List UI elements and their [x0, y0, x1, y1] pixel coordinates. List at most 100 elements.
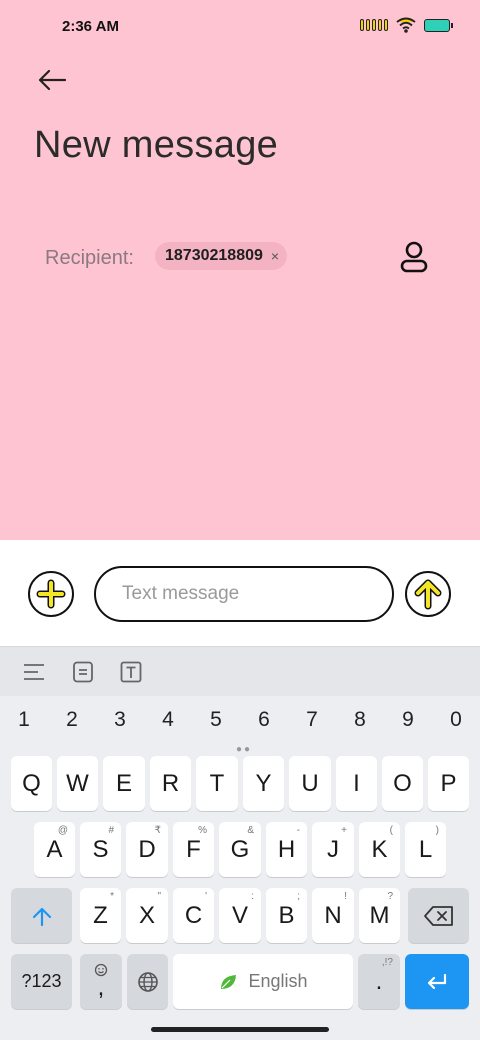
enter-key[interactable] [405, 954, 469, 1009]
enter-icon [427, 973, 447, 989]
clipboard-icon[interactable] [71, 660, 95, 684]
text-format-icon[interactable] [119, 660, 143, 684]
key-alt-label: ) [435, 825, 439, 836]
space-key-label: English [248, 971, 308, 991]
symbols-key[interactable]: ?123 [11, 954, 72, 1009]
key-a[interactable]: A @ [34, 822, 75, 877]
key-alt-label: % [198, 825, 207, 836]
key-label: C [184, 901, 203, 929]
key-7[interactable]: 7 [297, 708, 327, 732]
leaf-icon [221, 974, 237, 989]
shift-key[interactable] [11, 888, 72, 943]
key-d[interactable]: D ₹ [126, 822, 168, 877]
key-i[interactable]: I [336, 756, 377, 811]
key-alt-label: : [251, 891, 254, 902]
key-alt-label: ; [297, 891, 300, 902]
key-label: L [418, 835, 433, 863]
key-label: F [186, 835, 201, 863]
key-alt-label: * [110, 891, 114, 902]
key-c[interactable]: C ' [173, 888, 214, 943]
key-n[interactable]: N! [312, 888, 354, 943]
plus-icon [28, 571, 74, 617]
period-key[interactable]: . ,!? [358, 954, 400, 1009]
key-y[interactable]: Y [243, 756, 284, 811]
key-1[interactable]: 1 [9, 708, 39, 732]
key-alt-label: ' [205, 891, 207, 902]
key-alt-label: - [296, 825, 300, 836]
back-button[interactable] [32, 62, 72, 98]
key-h[interactable]: H- [266, 822, 307, 877]
key-alt-label: @ [57, 825, 68, 836]
add-contact-button[interactable] [395, 238, 433, 276]
key-alt-label: ₹ [154, 825, 161, 836]
key-t[interactable]: T [196, 756, 238, 811]
key-w[interactable]: W [57, 756, 98, 811]
status-time: 2:36 AM [62, 18, 119, 35]
key-v[interactable]: V: [219, 888, 261, 943]
key-r[interactable]: R [150, 756, 191, 811]
menu-icon[interactable] [22, 660, 46, 684]
wifi-icon [396, 17, 416, 33]
key-o[interactable]: O [382, 756, 423, 811]
key-alt-label: ,!? [381, 957, 393, 968]
key-label: Z [93, 901, 108, 929]
space-key-content: English [218, 971, 308, 992]
key-q[interactable]: Q [11, 756, 52, 811]
keyboard: 1 2 3 4 5 6 7 8 9 0 ●● Q W E R T Y U I O… [0, 646, 480, 1040]
key-9[interactable]: 9 [393, 708, 423, 732]
key-8[interactable]: 8 [345, 708, 375, 732]
key-label: A [46, 835, 63, 863]
person-icon [400, 241, 428, 273]
key-u[interactable]: U [289, 756, 331, 811]
key-z[interactable]: Z * [80, 888, 121, 943]
key-alt-label: & [247, 825, 254, 836]
keyboard-toolbar [0, 646, 480, 696]
key-b[interactable]: B; [266, 888, 307, 943]
key-e[interactable]: E [103, 756, 145, 811]
status-bar: 2:36 AM [0, 0, 480, 56]
key-2[interactable]: 2 [57, 708, 87, 732]
key-g[interactable]: G & [219, 822, 261, 877]
send-button[interactable] [404, 570, 452, 618]
key-j[interactable]: J + [312, 822, 354, 877]
key-4[interactable]: 4 [153, 708, 183, 732]
key-alt-label: ? [387, 891, 393, 902]
emoji-comma-key[interactable]: , [80, 954, 122, 1009]
key-alt-label: " [157, 891, 161, 902]
signal-icon [360, 19, 388, 31]
key-x[interactable]: X " [126, 888, 168, 943]
key-3[interactable]: 3 [105, 708, 135, 732]
key-m[interactable]: M? [359, 888, 400, 943]
key-label: D [138, 835, 156, 863]
battery-icon [424, 18, 453, 32]
key-5[interactable]: 5 [201, 708, 231, 732]
home-indicator[interactable] [151, 1027, 329, 1032]
recipient-chip[interactable]: 18730218809 × [155, 242, 288, 270]
key-label: X [138, 901, 155, 929]
key-label: G [230, 835, 250, 863]
key-0[interactable]: 0 [441, 708, 471, 732]
key-6[interactable]: 6 [249, 708, 279, 732]
globe-icon [137, 971, 158, 992]
key-label: . [375, 967, 383, 995]
close-icon[interactable]: × [271, 248, 279, 264]
message-input[interactable] [94, 566, 394, 622]
key-k[interactable]: K( [359, 822, 400, 877]
key-alt-label: ! [344, 891, 347, 902]
language-key[interactable] [127, 954, 168, 1009]
backspace-key[interactable] [408, 888, 469, 943]
key-alt-label: ( [389, 825, 393, 836]
key-p[interactable]: P [428, 756, 469, 811]
arrow-left-icon [38, 69, 67, 91]
status-icons [360, 17, 453, 33]
key-s[interactable]: S # [80, 822, 121, 877]
key-f[interactable]: F% [173, 822, 214, 877]
arrow-up-icon [405, 571, 451, 617]
space-key[interactable]: English [173, 954, 353, 1009]
recipient-label: Recipient: [45, 247, 134, 269]
attach-button[interactable] [27, 570, 75, 618]
key-alt-label: # [108, 825, 114, 836]
key-label: V [231, 901, 248, 929]
key-l[interactable]: L) [405, 822, 446, 877]
key-label: B [278, 901, 295, 929]
